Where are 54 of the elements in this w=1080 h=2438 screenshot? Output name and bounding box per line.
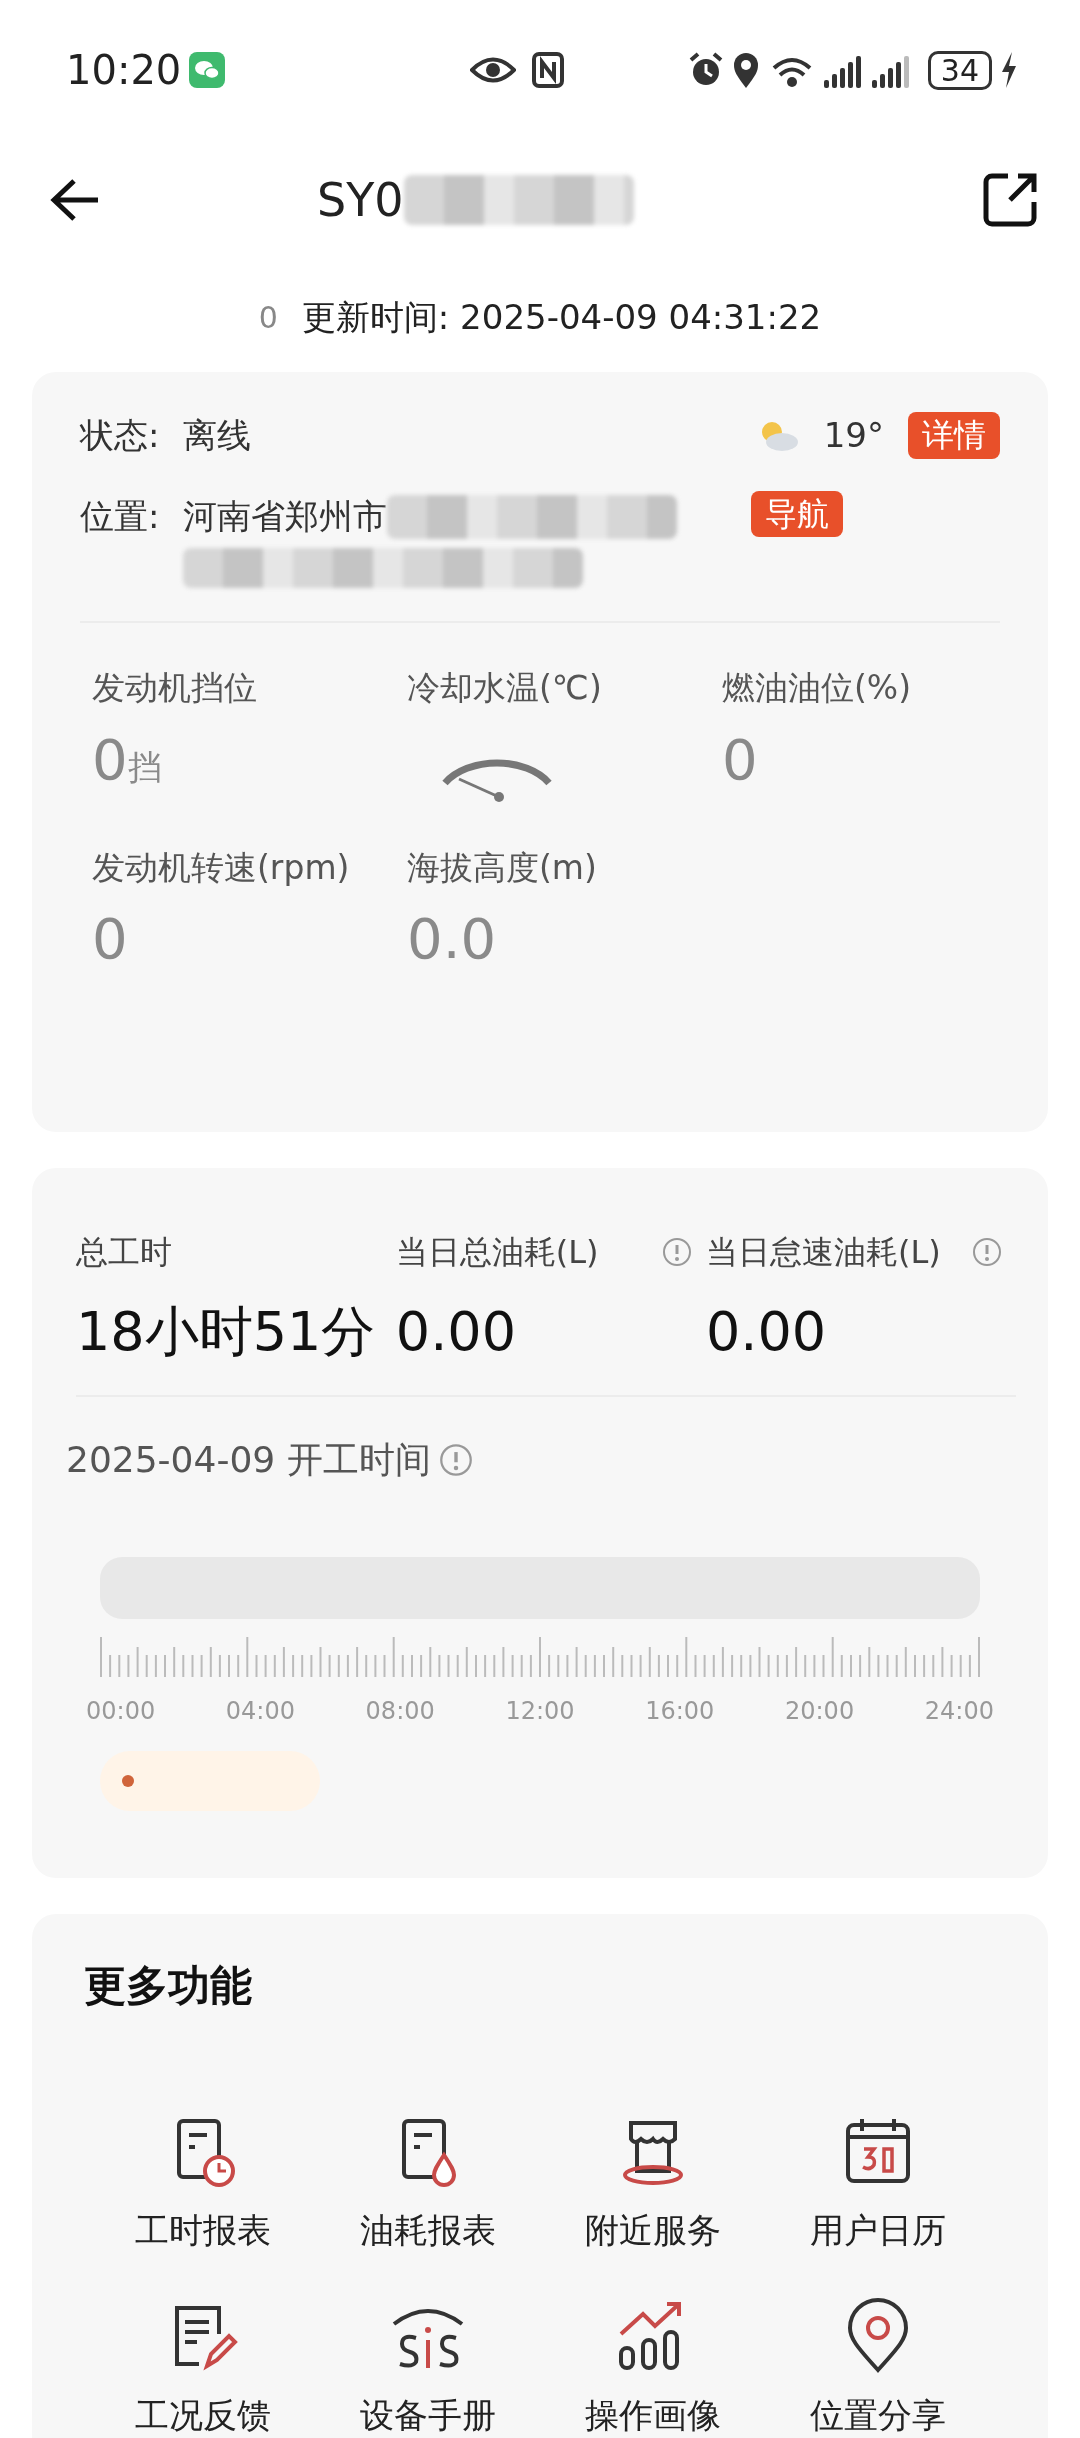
chat-app-icon <box>189 52 226 88</box>
time-label: 20:00 <box>785 1695 855 1727</box>
time-label: 04:00 <box>225 1695 295 1727</box>
metric-label: 发动机挡位 <box>92 667 258 709</box>
feature-button[interactable]: 设备手册 <box>315 2298 540 2438</box>
time-label: 12:00 <box>505 1695 575 1727</box>
location-pin-icon <box>731 51 760 89</box>
metric-label: 海拔高度(m) <box>407 846 598 889</box>
metric-label: 冷却水温(℃) <box>407 667 603 709</box>
device-title: SY0 <box>317 171 404 229</box>
feature-button[interactable]: 油耗报表 <box>315 2113 540 2256</box>
stat-value: 18小时51分 <box>76 1300 377 1365</box>
detail-button[interactable]: 详情 <box>908 412 1000 459</box>
info-icon <box>972 1237 1002 1267</box>
nfc-icon <box>532 52 565 88</box>
battery-indicator: 34 <box>927 50 992 90</box>
temperature: 19° <box>823 414 884 457</box>
stat-value: 0.00 <box>705 1300 828 1365</box>
feature-button[interactable]: 位置分享 <box>765 2298 990 2438</box>
section-title: 更多功能 <box>83 1960 253 2012</box>
navigate-button[interactable]: 导航 <box>751 491 844 538</box>
charging-bolt-icon <box>1000 52 1018 88</box>
eye-icon <box>470 55 517 85</box>
status-value: 离线 <box>183 414 252 457</box>
metric-value: 0 <box>92 908 129 970</box>
stat-label: 当日怠速油耗(L) <box>705 1232 941 1273</box>
update-time: 更新时间: 2025-04-09 04:31:22 <box>301 295 822 339</box>
status-label: 状态: <box>80 414 160 457</box>
feature-button[interactable]: 附近服务 <box>540 2113 765 2256</box>
stat-value: 0.00 <box>395 1300 518 1365</box>
time-label: 24:00 <box>924 1695 994 1727</box>
info-icon <box>661 1237 692 1267</box>
alarm-icon <box>687 52 724 88</box>
stat-label: 总工时 <box>76 1232 172 1273</box>
feature-button[interactable]: 用户日历 <box>765 2113 990 2256</box>
clock-time: 10:20 <box>66 46 182 95</box>
legend-dot <box>122 1774 134 1787</box>
location-value: 河南省郑州市 <box>183 495 388 538</box>
time-label: 08:00 <box>365 1695 435 1727</box>
update-count: 0 <box>258 298 278 337</box>
metric-label: 发动机转速(rpm) <box>92 846 351 889</box>
time-label: 00:00 <box>86 1695 156 1727</box>
info-icon <box>438 1442 473 1477</box>
time-label: 16:00 <box>645 1695 715 1727</box>
metric-label: 燃油油位(%) <box>722 667 913 709</box>
timeline-title: 2025-04-09 开工时间 <box>66 1437 431 1482</box>
metric-value: 0 <box>722 728 759 791</box>
stat-label: 当日总油耗(L) <box>395 1232 599 1273</box>
feature-button[interactable]: 操作画像 <box>540 2298 765 2438</box>
feature-button[interactable]: 工况反馈 <box>90 2298 315 2438</box>
feature-button[interactable]: 工时报表 <box>90 2113 315 2256</box>
metric-value: 0挡 <box>92 728 163 791</box>
metric-value: 0.0 <box>407 908 498 970</box>
location-label: 位置: <box>80 495 160 538</box>
